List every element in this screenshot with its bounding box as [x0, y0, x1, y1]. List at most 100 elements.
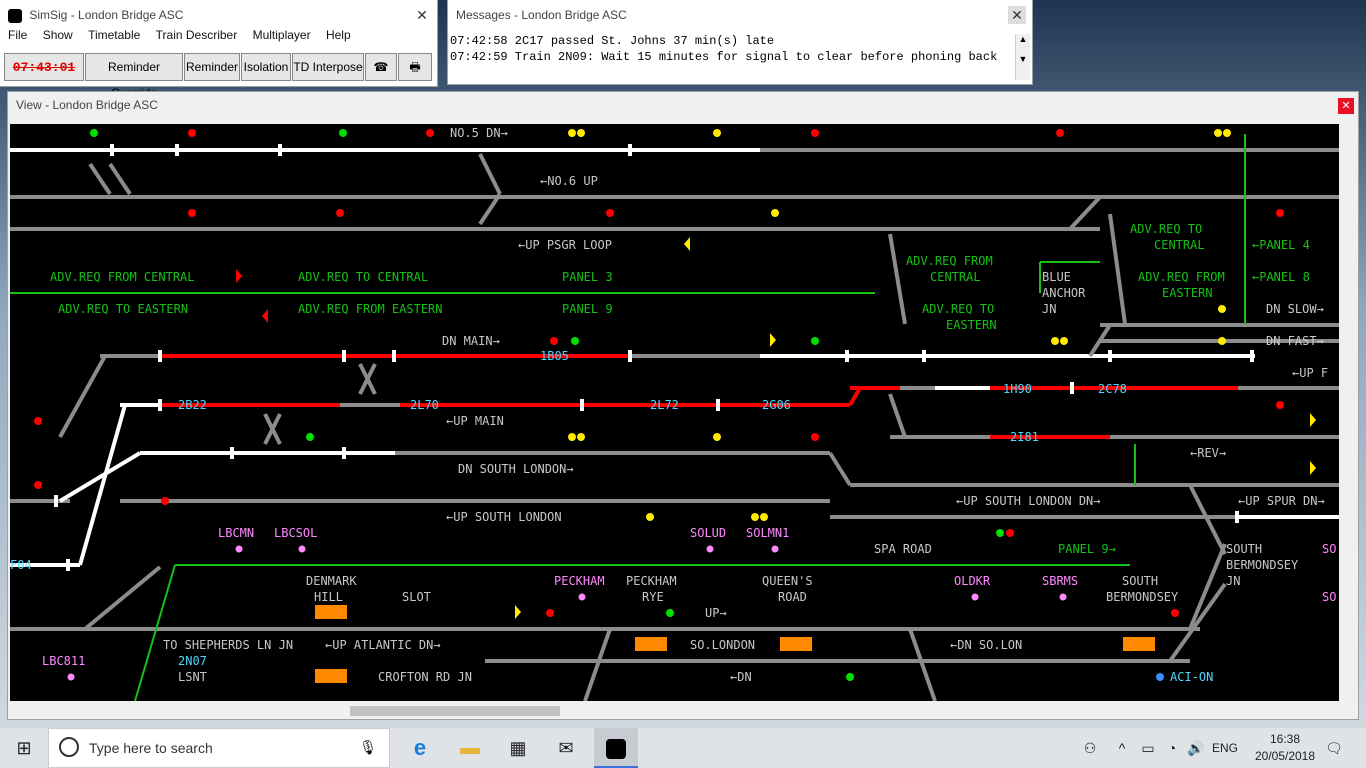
view-title: View - London Bridge ASC — [16, 98, 158, 112]
menu-file[interactable]: File — [8, 28, 27, 42]
simsig-app-icon — [606, 739, 626, 760]
scroll-thumb[interactable] — [350, 706, 560, 716]
taskbar: ⊞ Type here to search 🎙 e ▬ ▦ ✉ ⚇ ^ ▭ ◔ … — [0, 728, 1366, 768]
timing-point-label: LBCSOL — [274, 526, 318, 540]
place-label: BERMONDSEY — [1226, 558, 1299, 572]
reminder-button[interactable]: Reminder — [184, 53, 240, 81]
green-label: ADV.REQ FROM — [1138, 270, 1225, 284]
menu-bar: File Show Timetable Train Describer Mult… — [2, 28, 357, 42]
line-label: ←UP SOUTH LONDON — [446, 510, 562, 524]
notification-icon[interactable]: 🗨 — [1322, 728, 1346, 768]
close-icon[interactable]: ✕ — [413, 6, 431, 24]
windows-start-icon[interactable]: ⊞ — [0, 728, 48, 768]
show-hidden-icons-chevron[interactable]: ^ — [1112, 728, 1132, 768]
menu-multiplayer[interactable]: Multiplayer — [253, 28, 311, 42]
timing-point-label: OLDKR — [954, 574, 991, 588]
volume-icon[interactable]: 🔊 — [1184, 728, 1208, 768]
berth-label[interactable]: 2B22 — [178, 398, 207, 412]
green-label: PANEL 9→ — [1058, 542, 1116, 556]
isolation-button[interactable]: Isolation — [241, 53, 291, 81]
mail-icon[interactable]: ✉ — [546, 728, 586, 768]
simsig-taskbar-icon[interactable] — [594, 728, 638, 768]
line-label: DN SOUTH LONDON→ — [458, 462, 574, 476]
view-titlebar[interactable]: View - London Bridge ASC — [8, 92, 1358, 118]
battery-icon[interactable]: ▭ — [1136, 728, 1160, 768]
green-label: EASTERN — [1162, 286, 1213, 300]
search-icon — [59, 737, 79, 757]
line-label: ←UP MAIN — [446, 414, 504, 428]
berth-label[interactable]: 2L70 — [410, 398, 439, 412]
printer-icon[interactable]: 🖶 — [398, 53, 432, 81]
signalling-panel[interactable]: NO.5 DN→ ←NO.6 UP ←UP PSGR LOOP DN MAIN→… — [10, 124, 1339, 701]
store-icon[interactable]: ▦ — [498, 728, 538, 768]
place-label: ANCHOR — [1042, 286, 1086, 300]
microphone-icon[interactable]: 🎙 — [359, 739, 377, 756]
place-label: PECKHAM — [626, 574, 677, 588]
line-label: SO.LONDON — [690, 638, 756, 652]
berth-label[interactable]: 2C78 — [1098, 382, 1127, 396]
phone-icon[interactable]: ☎ — [365, 53, 397, 81]
timing-point-label: SO — [1322, 590, 1337, 604]
file-explorer-icon[interactable]: ▬ — [450, 728, 490, 768]
place-label: QUEEN'S — [762, 574, 813, 588]
line-label: ←DN SO.LON — [950, 638, 1023, 652]
clock-display: 07:43:01 — [12, 60, 76, 75]
aci-label[interactable]: ACI-ON — [1170, 670, 1213, 684]
messages-list[interactable]: 07:42:58 2C17 passed St. Johns 37 min(s)… — [450, 34, 1010, 66]
reminder-override-button[interactable]: Reminder Override — [85, 53, 183, 100]
main-window-title: SimSig - London Bridge ASC — [29, 8, 184, 22]
place-label: BERMONDSEY — [1106, 590, 1179, 604]
green-label: CENTRAL — [930, 270, 981, 284]
place-label: SLOT — [402, 590, 431, 604]
berth-label[interactable]: 1H90 — [1003, 382, 1032, 396]
line-label: DN MAIN→ — [442, 334, 500, 348]
green-label: PANEL 9 — [562, 302, 613, 316]
messages-titlebar[interactable]: Messages - London Bridge ASC ✕ — [448, 0, 1032, 30]
network-icon[interactable]: ◔ — [1160, 728, 1184, 768]
taskbar-search-box[interactable]: Type here to search 🎙 — [48, 728, 390, 768]
green-label: ADV.REQ FROM EASTERN — [298, 302, 443, 316]
berth-label[interactable]: 2N07 — [178, 654, 207, 668]
berth-label[interactable]: 2L72 — [650, 398, 679, 412]
message-line: 07:42:58 2C17 passed St. Johns 37 min(s)… — [450, 34, 775, 48]
timing-point-label: SOLMN1 — [746, 526, 790, 540]
green-label: ADV.REQ TO EASTERN — [58, 302, 189, 316]
berth-label[interactable]: 2G06 — [762, 398, 791, 412]
view-close-icon[interactable]: ✕ — [1338, 98, 1354, 114]
place-label: DENMARK — [306, 574, 357, 588]
people-icon[interactable]: ⚇ — [1078, 728, 1102, 768]
menu-train-describer[interactable]: Train Describer — [156, 28, 238, 42]
search-placeholder: Type here to search — [89, 740, 213, 756]
menu-show[interactable]: Show — [43, 28, 73, 42]
app-icon — [8, 8, 22, 23]
line-label: UP→ — [705, 606, 727, 620]
view-vertical-scrollbar[interactable] — [1340, 122, 1358, 702]
berth-label[interactable]: 1B05 — [540, 349, 569, 363]
menu-timetable[interactable]: Timetable — [88, 28, 140, 42]
messages-title: Messages - London Bridge ASC — [456, 8, 627, 22]
green-label: ADV.REQ TO — [1130, 222, 1203, 236]
taskbar-clock[interactable]: 16:38 20/05/2018 — [1250, 731, 1320, 765]
line-label: LSNT — [178, 670, 207, 684]
main-window-titlebar[interactable]: SimSig - London Bridge ASC ✕ — [0, 0, 437, 30]
berth-label[interactable]: F04 — [10, 558, 32, 572]
line-label: NO.5 DN→ — [450, 126, 508, 140]
green-label: EASTERN — [946, 318, 997, 332]
messages-scrollbar[interactable]: ▲ ▼ — [1015, 34, 1030, 80]
berth-label[interactable]: 2I81 — [1010, 430, 1039, 444]
message-line: 07:42:59 Train 2N09: Wait 15 minutes for… — [450, 50, 998, 64]
line-label: DN SLOW→ — [1266, 302, 1324, 316]
timing-point-label: LBCMN — [218, 526, 255, 540]
timing-point-label: SO — [1322, 542, 1337, 556]
language-indicator[interactable]: ENG — [1212, 728, 1240, 768]
taskbar-time: 16:38 — [1269, 732, 1301, 746]
line-label: DN FAST→ — [1266, 334, 1324, 348]
place-label: JN — [1226, 574, 1241, 588]
messages-close-icon[interactable]: ✕ — [1008, 6, 1026, 24]
clock-button[interactable]: 07:43:01 — [4, 53, 84, 81]
line-label: ←UP SPUR DN→ — [1238, 494, 1325, 508]
edge-icon[interactable]: e — [400, 728, 440, 768]
menu-help[interactable]: Help — [326, 28, 351, 42]
view-horizontal-scrollbar[interactable] — [10, 703, 1340, 719]
td-interpose-button[interactable]: TD Interpose — [292, 53, 364, 81]
